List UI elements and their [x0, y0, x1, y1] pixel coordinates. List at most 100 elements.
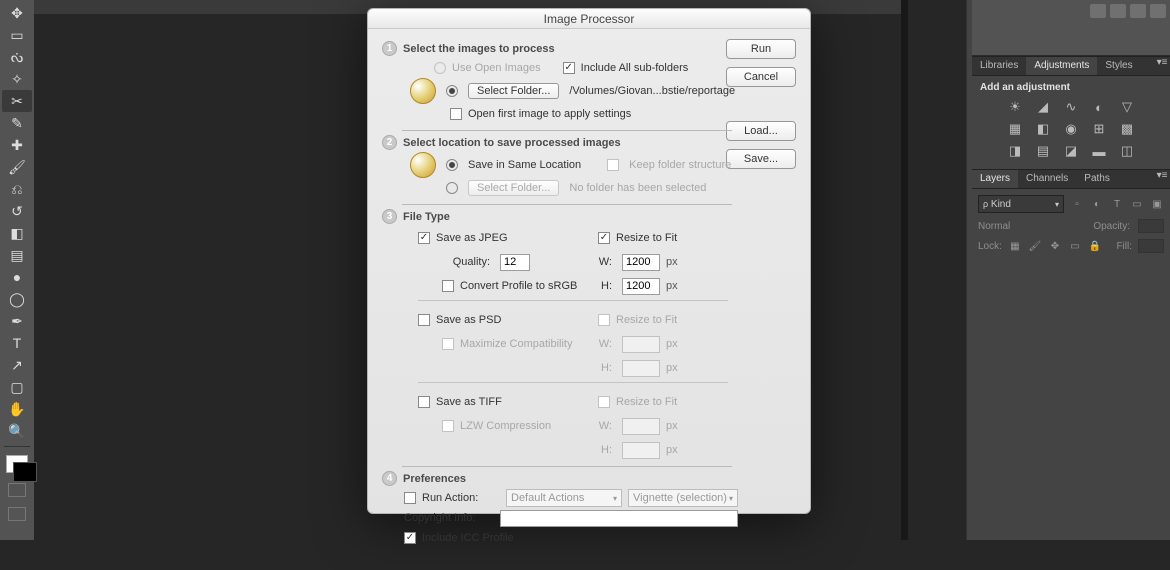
open-first-check[interactable]: [450, 108, 462, 120]
healing-tool-icon[interactable]: ✚: [2, 134, 32, 156]
filter-smart-icon[interactable]: ▣: [1150, 197, 1164, 211]
layer-filter-kind[interactable]: ρ Kind ▾: [978, 195, 1064, 213]
zoom-tool-icon[interactable]: 🔍: [2, 420, 32, 442]
lock-art-icon[interactable]: ▭: [1068, 239, 1082, 253]
lzw-label: LZW Compression: [460, 420, 551, 432]
jpeg-resize-check[interactable]: [598, 232, 610, 244]
lock-label: Lock:: [978, 241, 1002, 252]
lock-all-icon[interactable]: 🔒: [1088, 239, 1102, 253]
action-set-combo[interactable]: Default Actions▾: [506, 489, 622, 507]
px-1: px: [666, 256, 680, 268]
lasso-tool-icon[interactable]: ᔔ: [2, 46, 32, 68]
adj-gradmap-icon[interactable]: ▬: [1090, 143, 1108, 159]
layers-menu-icon[interactable]: ▾≡: [1154, 170, 1170, 188]
copyright-input[interactable]: [500, 510, 738, 527]
fill-input[interactable]: [1138, 239, 1164, 253]
filter-type-icon[interactable]: T: [1110, 197, 1124, 211]
type-tool-icon[interactable]: T: [2, 332, 32, 354]
save-tiff-check[interactable]: [418, 396, 430, 408]
tab-libraries[interactable]: Libraries: [972, 57, 1026, 75]
lock-paint-icon[interactable]: 🖌: [1028, 239, 1042, 253]
layers-tabs: Layers Channels Paths ▾≡: [972, 169, 1170, 189]
tab-paths[interactable]: Paths: [1076, 170, 1118, 188]
eyedropper-tool-icon[interactable]: ✎: [2, 112, 32, 134]
blend-mode[interactable]: Normal: [978, 221, 1010, 232]
adj-curves-icon[interactable]: ∿: [1062, 99, 1080, 115]
dodge-tool-icon[interactable]: ◯: [2, 288, 32, 310]
adj-poster-icon[interactable]: ▤: [1034, 143, 1052, 159]
crop-tool-icon[interactable]: ✂: [2, 90, 32, 112]
save-tiff-label: Save as TIFF: [436, 396, 502, 408]
lock-trans-icon[interactable]: ▦: [1008, 239, 1022, 253]
jpeg-w-input[interactable]: [622, 254, 660, 271]
select-source-folder-button[interactable]: Select Folder...: [468, 83, 559, 99]
panel-menu-icon[interactable]: ▾≡: [1154, 57, 1170, 75]
adj-hue-icon[interactable]: ▦: [1006, 121, 1024, 137]
lock-pos-icon[interactable]: ✥: [1048, 239, 1062, 253]
icc-check[interactable]: [404, 532, 416, 544]
adj-mixer-icon[interactable]: ⊞: [1090, 121, 1108, 137]
panel-icon-3[interactable]: [1130, 4, 1146, 18]
adj-levels-icon[interactable]: ◢: [1034, 99, 1052, 115]
hand-tool-icon[interactable]: ✋: [2, 398, 32, 420]
adj-lookup-icon[interactable]: ▩: [1118, 121, 1136, 137]
pen-tool-icon[interactable]: ✒: [2, 310, 32, 332]
gradient-tool-icon[interactable]: ▤: [2, 244, 32, 266]
path-tool-icon[interactable]: ↗: [2, 354, 32, 376]
folder-icon: [410, 78, 436, 104]
adj-photo-icon[interactable]: ◉: [1062, 121, 1080, 137]
wand-tool-icon[interactable]: ✧: [2, 68, 32, 90]
step-4-title: Preferences: [403, 473, 466, 485]
select-dest-folder-button[interactable]: Select Folder...: [468, 180, 559, 196]
shape-tool-icon[interactable]: ▢: [2, 376, 32, 398]
adj-bw-icon[interactable]: ◧: [1034, 121, 1052, 137]
stamp-tool-icon[interactable]: ⎌: [2, 178, 32, 200]
color-swatch-icon[interactable]: [6, 455, 28, 473]
history-brush-icon[interactable]: ↺: [2, 200, 32, 222]
quality-label: Quality:: [442, 256, 494, 268]
quickmask-icon[interactable]: [8, 483, 26, 497]
brush-tool-icon[interactable]: 🖌: [2, 156, 32, 178]
action-name-combo[interactable]: Vignette (selection)▾: [628, 489, 738, 507]
save-same-loc-radio[interactable]: [446, 159, 458, 171]
include-subfolders-check[interactable]: [563, 62, 575, 74]
psd-w-label: W:: [598, 338, 616, 350]
step-3-icon: 3: [382, 209, 397, 224]
icc-label: Include ICC Profile: [422, 532, 514, 544]
filter-adj-icon[interactable]: ◐: [1090, 197, 1104, 211]
save-jpeg-check[interactable]: [418, 232, 430, 244]
keep-structure-label: Keep folder structure: [629, 159, 731, 171]
adj-invert-icon[interactable]: ◨: [1006, 143, 1024, 159]
tab-layers[interactable]: Layers: [972, 170, 1018, 188]
tab-styles[interactable]: Styles: [1097, 57, 1140, 75]
opacity-input[interactable]: [1138, 219, 1164, 233]
adj-selcolor-icon[interactable]: ◫: [1118, 143, 1136, 159]
panel-icon-1[interactable]: [1090, 4, 1106, 18]
adj-thresh-icon[interactable]: ◪: [1062, 143, 1080, 159]
adj-exposure-icon[interactable]: ◐: [1090, 99, 1108, 115]
adjustments-tabs: Libraries Adjustments Styles ▾≡: [972, 56, 1170, 76]
panel-icon-2[interactable]: [1110, 4, 1126, 18]
tab-adjustments[interactable]: Adjustments: [1026, 57, 1097, 75]
adj-vibrance-icon[interactable]: ▽: [1118, 99, 1136, 115]
psd-h-input: [622, 360, 660, 377]
screenmode-icon[interactable]: [8, 507, 26, 521]
adj-brightness-icon[interactable]: ☀: [1006, 99, 1024, 115]
tiff-w-label: W:: [598, 420, 616, 432]
eraser-tool-icon[interactable]: ◧: [2, 222, 32, 244]
run-action-check[interactable]: [404, 492, 416, 504]
filter-img-icon[interactable]: ▫: [1070, 197, 1084, 211]
select-folder-radio[interactable]: [446, 85, 458, 97]
save-psd-check[interactable]: [418, 314, 430, 326]
quality-input[interactable]: [500, 254, 530, 271]
filter-shape-icon[interactable]: ▭: [1130, 197, 1144, 211]
move-tool-icon[interactable]: ✥: [2, 2, 32, 24]
blur-tool-icon[interactable]: ●: [2, 266, 32, 288]
marquee-tool-icon[interactable]: ▭: [2, 24, 32, 46]
save-select-folder-radio[interactable]: [446, 182, 458, 194]
tab-channels[interactable]: Channels: [1018, 170, 1076, 188]
open-first-label: Open first image to apply settings: [468, 108, 631, 120]
jpeg-h-input[interactable]: [622, 278, 660, 295]
panel-icon-4[interactable]: [1150, 4, 1166, 18]
srgb-check[interactable]: [442, 280, 454, 292]
